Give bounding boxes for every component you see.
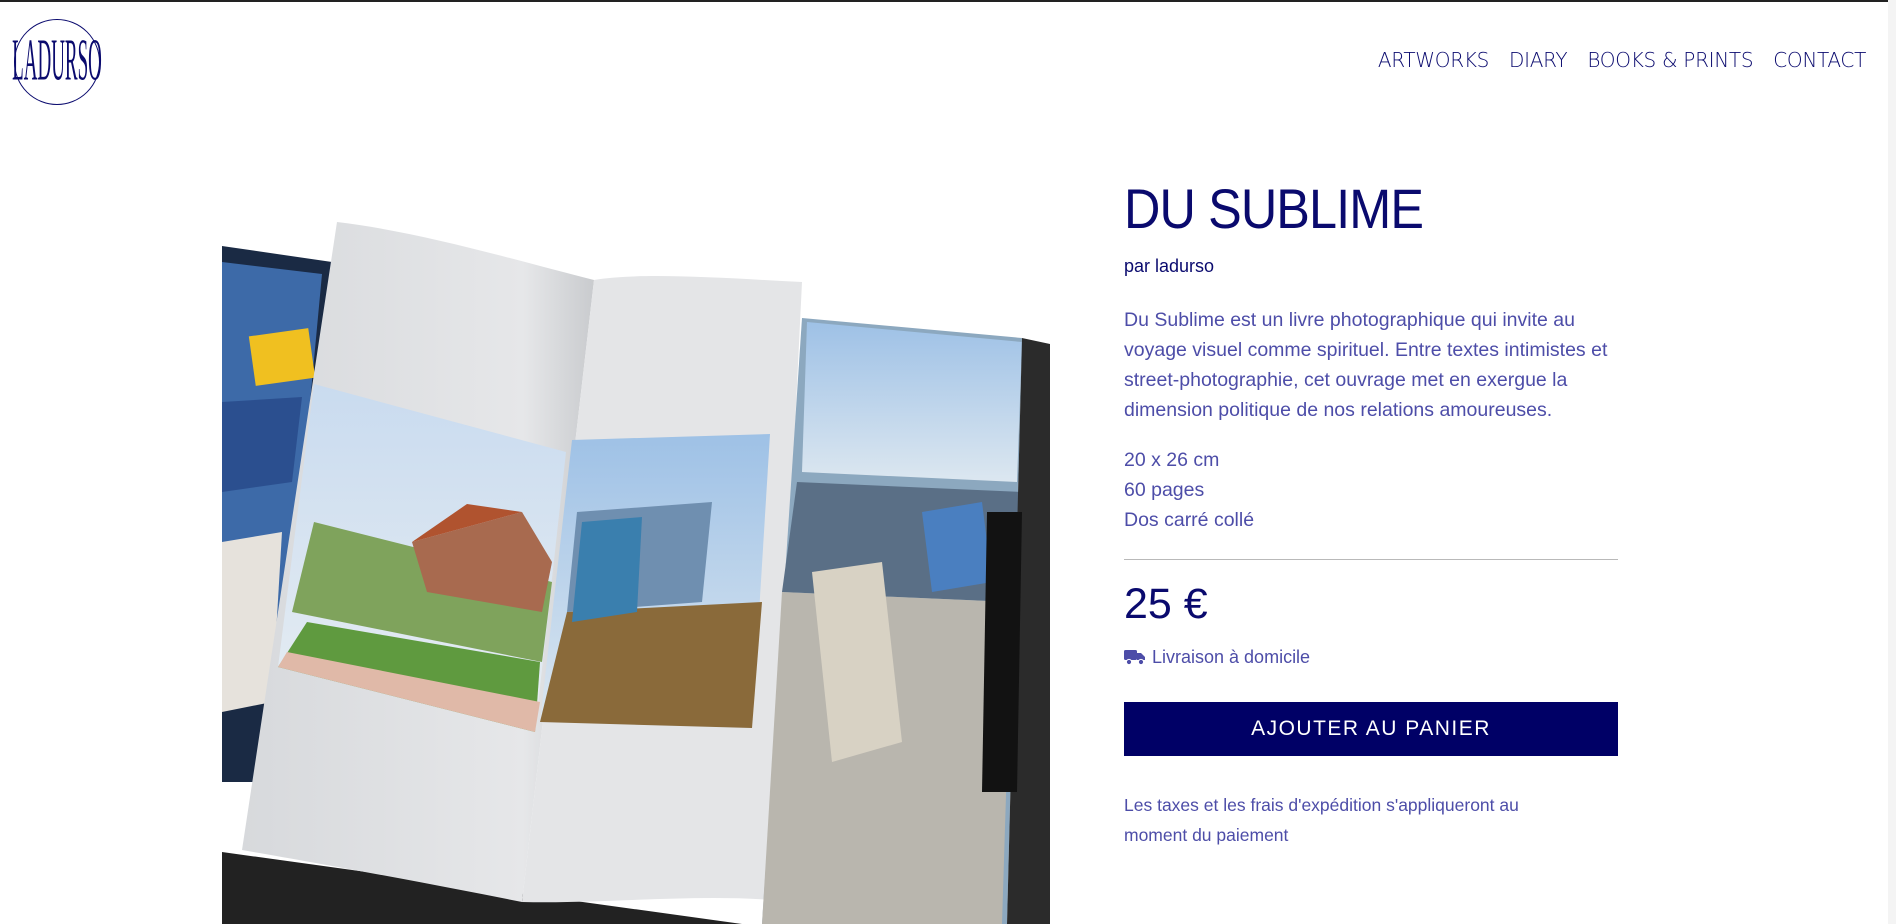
tax-note: Les taxes et les frais d'expédition s'ap…	[1124, 794, 1519, 845]
spec-pages: 60 pages	[1124, 478, 1205, 501]
page-scrollbar[interactable]	[1888, 0, 1896, 924]
nav-diary[interactable]: DIARY	[1509, 48, 1568, 72]
product-price: 25 €	[1124, 579, 1208, 628]
main-nav: ARTWORKS DIARY BOOKS & PRINTS CONTACT	[1378, 48, 1866, 72]
nav-artworks[interactable]: ARTWORKS	[1378, 48, 1489, 72]
product-specs: 20 x 26 cm 60 pages Dos carré collé	[1124, 445, 1618, 535]
logo[interactable]: LADURSO	[12, 19, 102, 105]
spec-size: 20 x 26 cm	[1124, 448, 1220, 471]
product-author: par ladurso	[1124, 255, 1215, 276]
add-to-cart-button[interactable]: AJOUTER AU PANIER	[1124, 701, 1618, 756]
delivery-info: Livraison à domicile	[1124, 647, 1618, 668]
nav-contact[interactable]: CONTACT	[1773, 48, 1866, 72]
truck-icon	[1124, 649, 1146, 666]
product-description: Du Sublime est un livre photographique q…	[1124, 308, 1608, 421]
product-info: DU SUBLIME par ladurso Du Sublime est un…	[1124, 178, 1618, 850]
nav-books-prints[interactable]: BOOKS & PRINTS	[1587, 48, 1753, 72]
divider	[1124, 558, 1618, 560]
top-border	[0, 0, 1896, 2]
spec-binding: Dos carré collé	[1124, 508, 1255, 531]
logo-text: LADURSO	[12, 29, 102, 95]
book-mockup-image[interactable]	[222, 182, 1050, 924]
product-title: DU SUBLIME	[1124, 177, 1424, 240]
delivery-label: Livraison à domicile	[1152, 646, 1311, 667]
